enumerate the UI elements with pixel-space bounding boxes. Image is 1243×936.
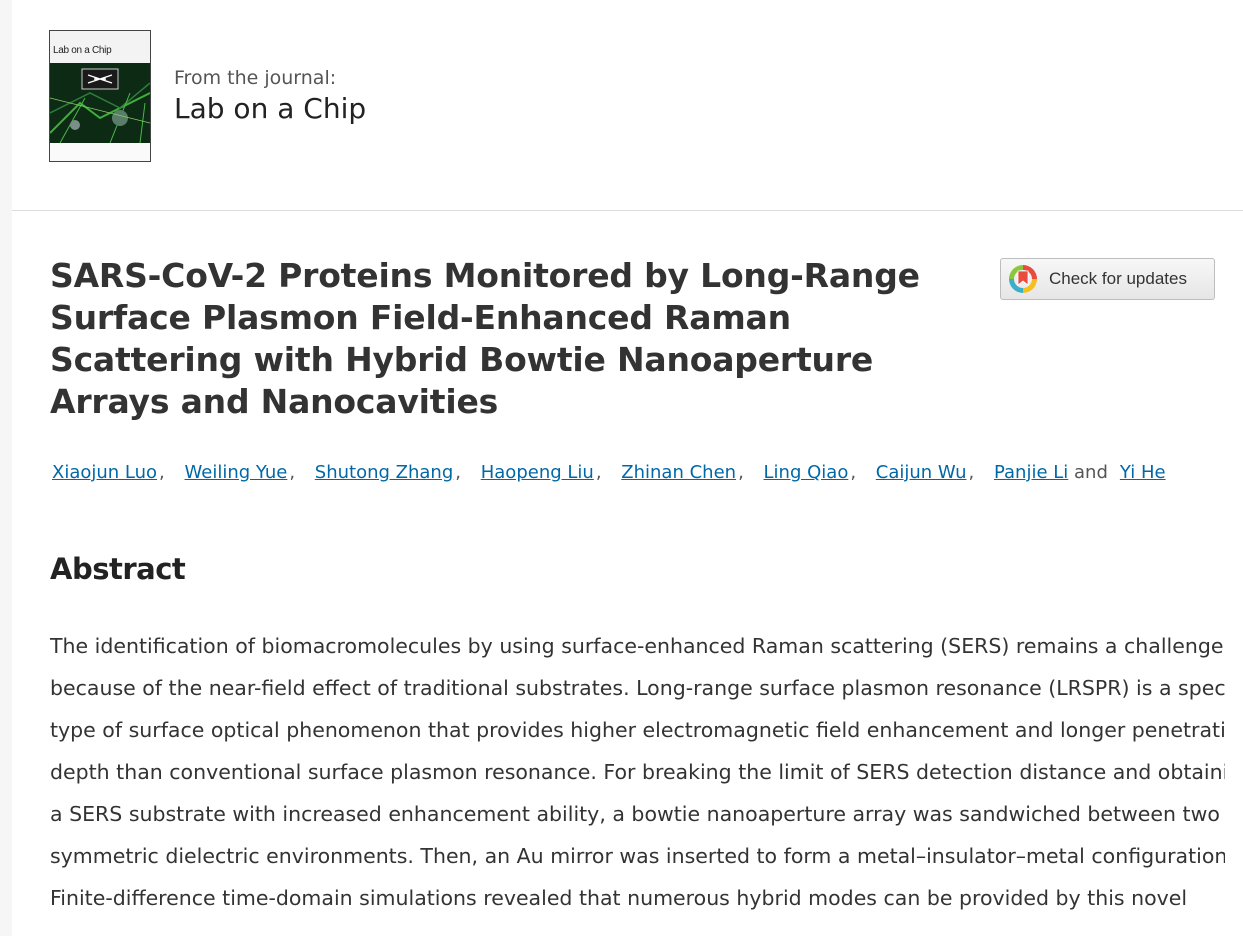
author-list: Xiaojun Luo, Weiling Yue, Shutong Zhang,… bbox=[52, 460, 1232, 486]
cover-artwork bbox=[50, 63, 150, 143]
author-link[interactable]: Panjie Li bbox=[994, 462, 1068, 483]
journal-name[interactable]: Lab on a Chip bbox=[174, 92, 366, 125]
author-separator: , bbox=[289, 462, 296, 483]
abstract-text: The identification of biomacromolecules … bbox=[50, 625, 1225, 919]
abstract-line: a SERS substrate with increased enhancem… bbox=[50, 802, 1220, 826]
author-separator: , bbox=[455, 462, 461, 483]
article-title: SARS-CoV-2 Proteins Monitored by Long-Ra… bbox=[50, 256, 920, 421]
author-separator: , bbox=[738, 462, 744, 483]
check-for-updates-label: Check for updates bbox=[1049, 269, 1187, 288]
abstract-line: The identification of biomacromolecules … bbox=[50, 634, 1224, 658]
author-link[interactable]: Zhinan Chen bbox=[621, 462, 736, 483]
abstract-line: because of the near-field effect of trad… bbox=[50, 676, 1225, 700]
from-journal-label: From the journal: bbox=[174, 67, 337, 89]
cover-footer bbox=[50, 143, 150, 161]
journal-header: Lab on a Chip From the journal: Lab on a… bbox=[12, 0, 1243, 210]
author-separator: , bbox=[595, 462, 602, 483]
header-divider bbox=[12, 210, 1243, 211]
author-link[interactable]: Ling Qiao bbox=[764, 462, 849, 483]
abstract-line: Finite-difference time-domain simulation… bbox=[50, 886, 1188, 910]
author-link[interactable]: Haopeng Liu bbox=[481, 462, 594, 483]
author-separator: , bbox=[850, 462, 857, 483]
author-and: and bbox=[1074, 462, 1108, 483]
abstract-heading: Abstract bbox=[50, 552, 186, 586]
author-link[interactable]: Shutong Zhang bbox=[315, 462, 453, 483]
abstract-line: depth than conventional surface plasmon … bbox=[50, 760, 1225, 784]
author-link[interactable]: Yi He bbox=[1120, 462, 1166, 483]
check-for-updates-button[interactable]: Check for updates bbox=[1000, 258, 1215, 300]
journal-cover-image[interactable]: Lab on a Chip bbox=[49, 30, 151, 162]
crossmark-icon bbox=[1009, 265, 1037, 293]
left-gutter bbox=[0, 0, 12, 936]
cover-title: Lab on a Chip bbox=[53, 45, 112, 56]
author-link[interactable]: Xiaojun Luo bbox=[52, 462, 157, 483]
author-link[interactable]: Weiling Yue bbox=[185, 462, 288, 483]
author-separator: , bbox=[968, 462, 975, 483]
abstract-line: symmetric dielectric environments. Then,… bbox=[50, 844, 1225, 868]
abstract-line: type of surface optical phenomenon that … bbox=[50, 718, 1225, 742]
author-link[interactable]: Caijun Wu bbox=[876, 462, 967, 483]
author-separator: , bbox=[159, 462, 165, 483]
